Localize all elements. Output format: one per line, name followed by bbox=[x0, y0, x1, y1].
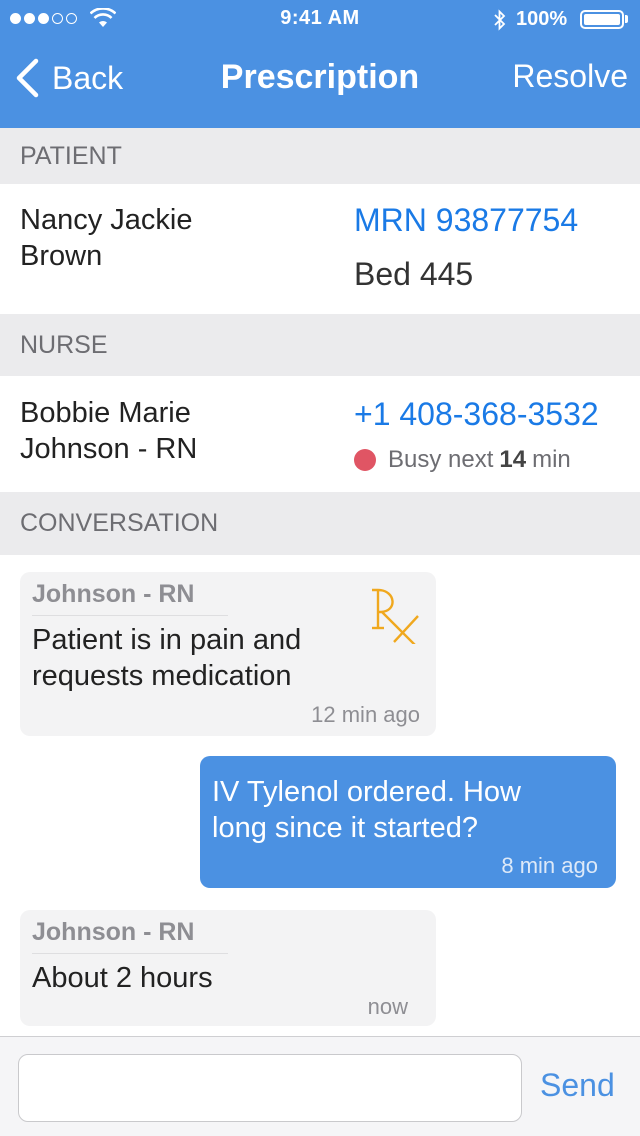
status-bar: 9:41 AM 100% bbox=[0, 0, 640, 40]
sender-divider bbox=[32, 953, 228, 954]
patient-row: Nancy Jackie Brown MRN 93877754 Bed 445 bbox=[0, 184, 640, 314]
message-composer: Send bbox=[0, 1036, 640, 1136]
patient-name-line2: Brown bbox=[20, 240, 103, 272]
message-bubble-outgoing: IV Tylenol ordered. How long since it st… bbox=[200, 756, 616, 888]
message-text-line2: requests medication bbox=[32, 660, 292, 692]
nurse-row: Bobbie Marie Johnson - RN +1 408-368-353… bbox=[0, 376, 640, 492]
resolve-button[interactable]: Resolve bbox=[512, 58, 628, 95]
sender-divider bbox=[32, 615, 228, 616]
message-text-line2: long since it started? bbox=[212, 812, 478, 844]
conversation-thread[interactable]: Johnson - RN Patient is in pain and requ… bbox=[0, 555, 640, 1036]
patient-section-header: PATIENT bbox=[0, 128, 640, 184]
send-button[interactable]: Send bbox=[540, 1067, 615, 1104]
battery-tip bbox=[625, 15, 628, 23]
message-text: IV Tylenol ordered. How long since it st… bbox=[212, 774, 521, 846]
busy-prefix: Busy next bbox=[388, 446, 494, 473]
busy-status: Busy next 14 min bbox=[354, 446, 571, 474]
message-text-line1: IV Tylenol ordered. How bbox=[212, 776, 521, 808]
message-text: About 2 hours bbox=[32, 962, 213, 994]
nurse-phone-link[interactable]: +1 408-368-3532 bbox=[354, 396, 599, 433]
message-text-line1: Patient is in pain and bbox=[32, 624, 302, 656]
message-input[interactable] bbox=[18, 1054, 522, 1122]
message-timestamp: 8 min ago bbox=[501, 853, 598, 878]
nurse-name: Bobbie Marie Johnson - RN bbox=[20, 395, 197, 467]
navigation-bar: Back Prescription Resolve bbox=[0, 40, 640, 128]
message-timestamp: now bbox=[367, 994, 408, 1019]
busy-indicator-icon bbox=[354, 449, 376, 471]
bluetooth-icon bbox=[494, 9, 506, 31]
nurse-name-line2: Johnson - RN bbox=[20, 433, 198, 465]
chevron-left-icon bbox=[16, 58, 39, 98]
battery-percentage: 100% bbox=[516, 8, 568, 30]
message-sender: Johnson - RN bbox=[32, 918, 195, 946]
battery-icon bbox=[580, 10, 624, 29]
mrn-link[interactable]: MRN 93877754 bbox=[354, 202, 578, 239]
message-sender: Johnson - RN bbox=[32, 580, 195, 608]
back-button[interactable]: Back bbox=[14, 58, 123, 98]
bed-number: Bed 445 bbox=[354, 256, 474, 292]
message-timestamp: 12 min ago bbox=[311, 702, 420, 727]
back-label: Back bbox=[52, 59, 124, 96]
nurse-name-line1: Bobbie Marie bbox=[20, 397, 191, 429]
conversation-section-header: CONVERSATION bbox=[0, 492, 640, 555]
message-bubble-incoming: Johnson - RN Patient is in pain and requ… bbox=[20, 572, 436, 736]
patient-name-line1: Nancy Jackie bbox=[20, 204, 193, 236]
message-text: Patient is in pain and requests medicati… bbox=[32, 622, 301, 694]
busy-duration: 14 bbox=[499, 446, 527, 473]
busy-unit: min bbox=[532, 446, 571, 473]
rx-icon bbox=[372, 588, 419, 644]
patient-name: Nancy Jackie Brown bbox=[20, 202, 192, 274]
app-header: 9:41 AM 100% Back Prescription Resolve bbox=[0, 0, 640, 128]
nurse-section-header: NURSE bbox=[0, 314, 640, 376]
message-bubble-incoming: Johnson - RN About 2 hours now bbox=[20, 910, 436, 1026]
